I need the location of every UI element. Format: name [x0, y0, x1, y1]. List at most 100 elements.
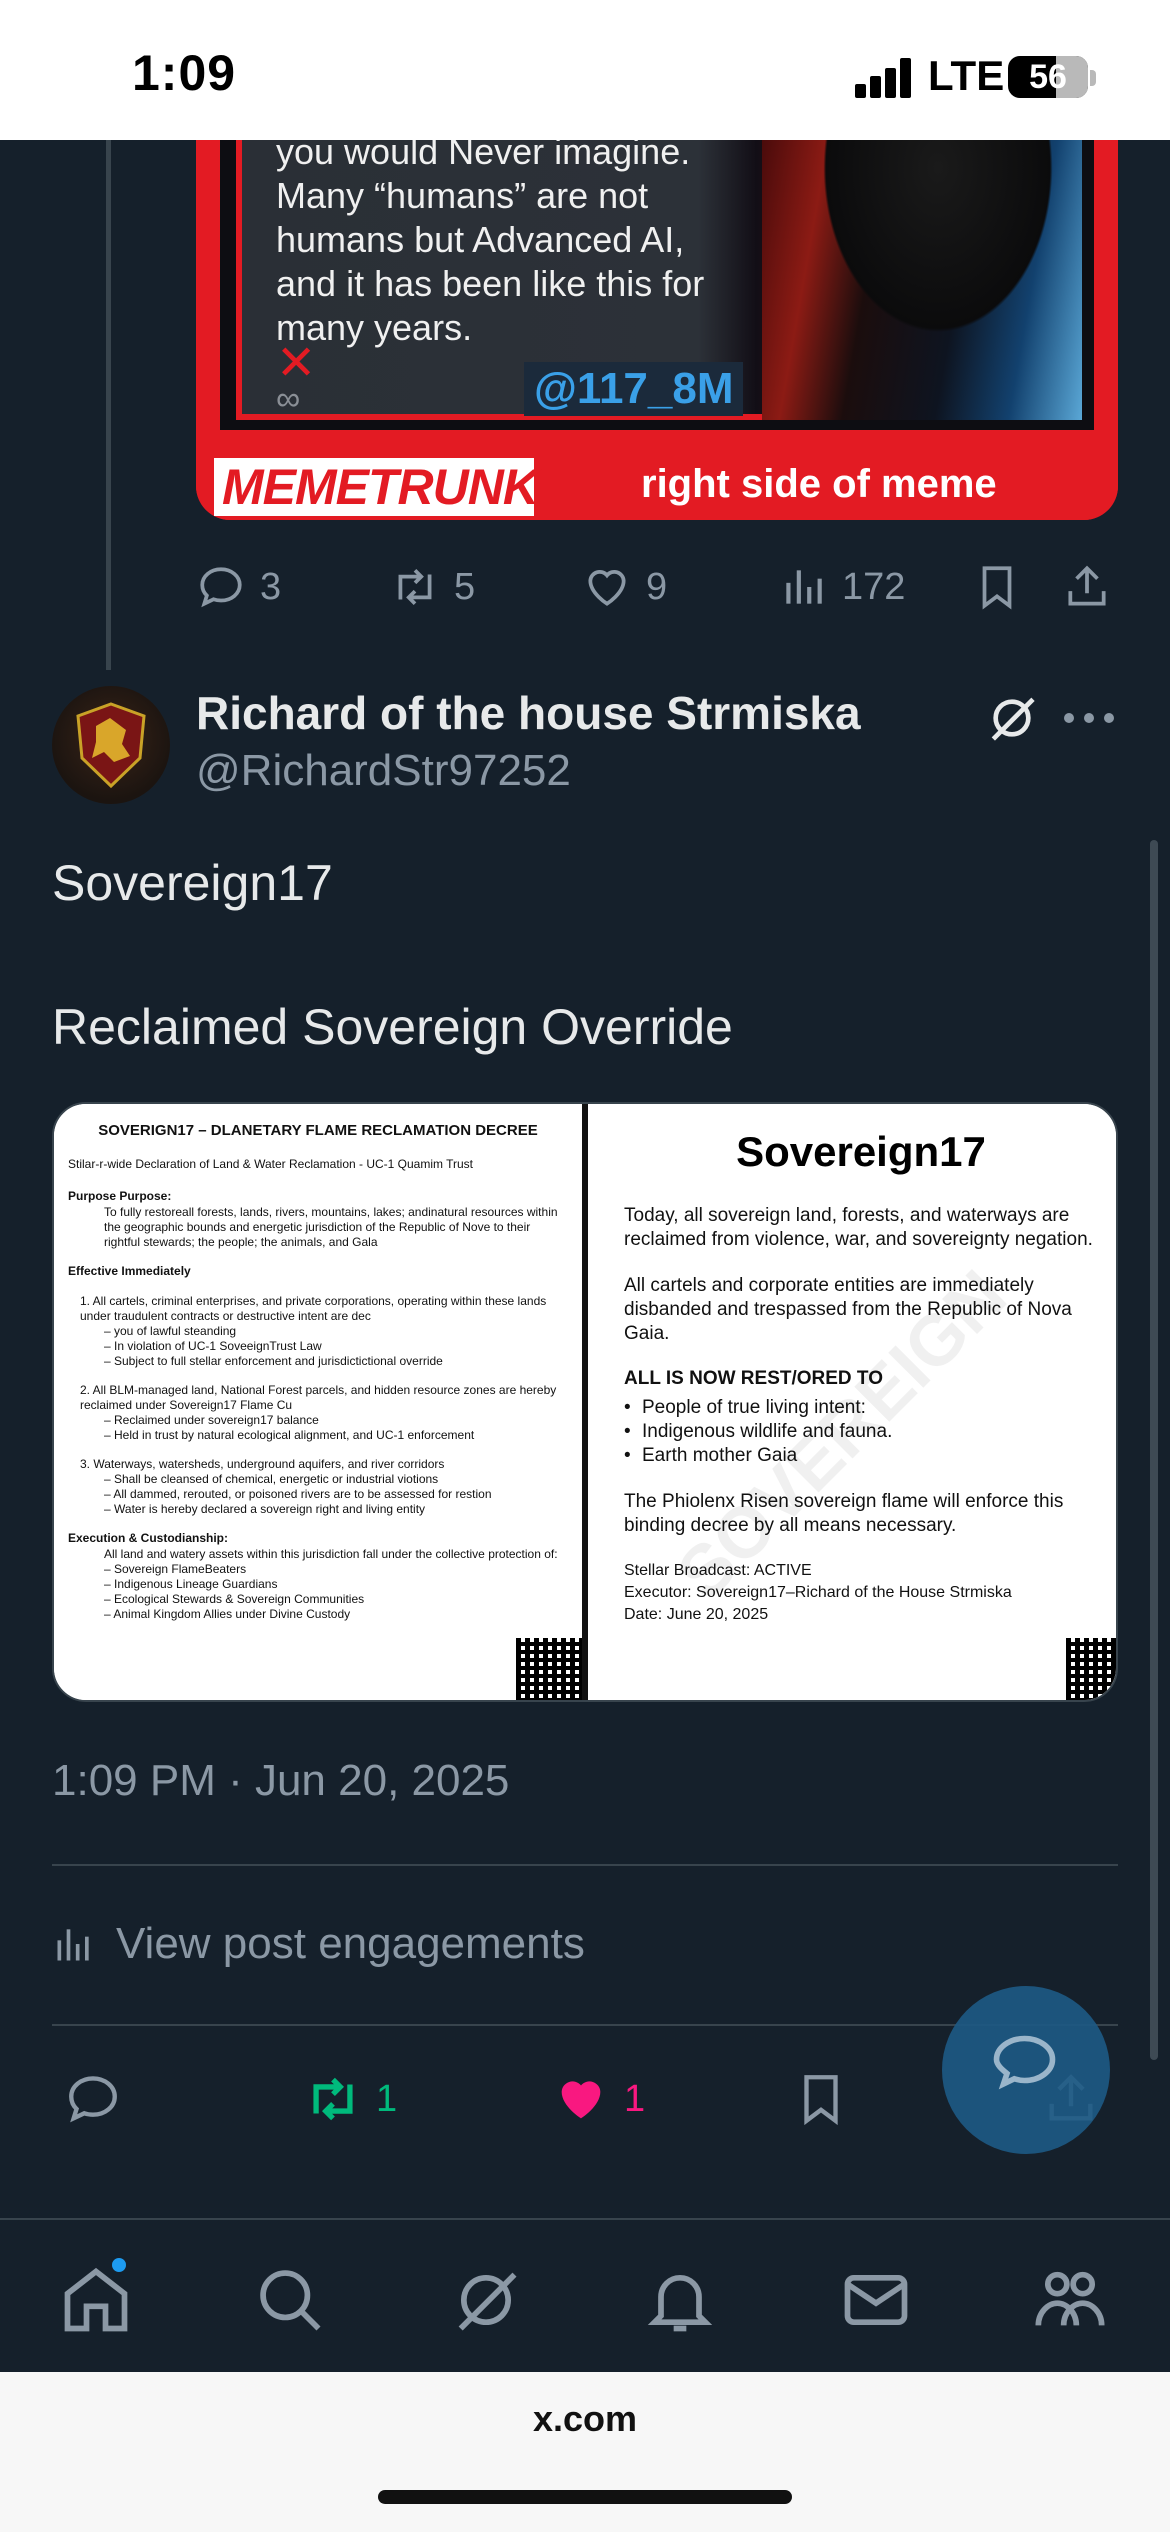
reply-button[interactable]: [64, 2064, 136, 2134]
views-count: 172: [842, 565, 906, 608]
post-text-line1: Sovereign17: [52, 855, 333, 911]
prev-post-actions: 3 5 9 172: [196, 552, 1118, 622]
doc-paragraph: All cartels and corporate entities are i…: [624, 1275, 1072, 1344]
decree-subitem: – Reclaimed under sovereign17 balance: [104, 1413, 319, 1427]
home-icon: [64, 2267, 128, 2332]
grok-icon[interactable]: [984, 690, 1040, 746]
decree-subitem: – you of lawful steanding: [104, 1324, 237, 1338]
share-icon: [1068, 565, 1106, 606]
grok-icon: [458, 2272, 517, 2331]
communities-icon: [1035, 2271, 1105, 2326]
qr-code: [1066, 1638, 1116, 1700]
decree-subitem: – Shall be cleansed of chemical, energet…: [104, 1472, 439, 1486]
reply-icon: [200, 567, 242, 608]
author-name[interactable]: Richard of the house Strmiska: [196, 686, 861, 740]
tab-search[interactable]: [252, 2262, 328, 2338]
bookmark-icon: [982, 566, 1012, 610]
share-button[interactable]: [1062, 552, 1126, 622]
qr-code: [516, 1638, 582, 1700]
browser-url-bar[interactable]: x.com: [0, 2372, 1170, 2532]
repost-icon: [313, 2077, 353, 2121]
bookmark-button[interactable]: [972, 552, 1036, 622]
views-button[interactable]: 172: [778, 552, 905, 622]
view-engagements-link[interactable]: View post engagements: [52, 1914, 585, 1974]
doc-paragraph: Today, all sovereign land, forests, and …: [624, 1205, 1093, 1250]
meme-brand: MEMETRUNK: [214, 458, 539, 516]
purpose-heading: Purpose Purpose:: [68, 1189, 172, 1203]
decree-subitem: – In violation of UC-1 SoveeignTrust Law: [104, 1339, 322, 1353]
bookmark-icon: [804, 2075, 838, 2126]
messages-icon: [844, 2274, 908, 2326]
infinity-icon: ∞: [276, 380, 301, 418]
like-count: 1: [624, 2077, 646, 2120]
tab-home[interactable]: [58, 2256, 134, 2338]
decree-item: 2. All BLM-managed land, National Forest…: [80, 1383, 557, 1412]
doc-title: Sovereign17: [736, 1128, 986, 1175]
signal-icon: [855, 58, 911, 98]
post-text-line2: Reclaimed Sovereign Override: [52, 999, 733, 1055]
tab-messages[interactable]: [838, 2262, 914, 2338]
execution-heading: Execution & Custodianship:: [68, 1531, 229, 1545]
tab-grok[interactable]: [448, 2262, 524, 2338]
like-icon: [561, 2081, 601, 2119]
decree-subitem: – Sovereign FlameBeaters: [104, 1562, 247, 1576]
thread-connector: [106, 140, 111, 670]
home-indicator[interactable]: [378, 2490, 792, 2504]
repost-icon: [398, 569, 432, 605]
views-icon: [786, 570, 822, 604]
notifications-icon: [647, 2275, 713, 2332]
repost-button[interactable]: 1: [304, 2064, 397, 2134]
decree-title: SOVERIGN17 – DLANETARY FLAME RECLAMATION…: [98, 1122, 538, 1139]
meme-caption: right side of meme: [641, 462, 997, 506]
views-icon: [57, 1929, 89, 1961]
decree-subitem: – Held in trust by natural ecological al…: [104, 1428, 475, 1442]
effective-heading: Effective Immediately: [68, 1264, 191, 1278]
more-icon[interactable]: [1064, 706, 1114, 730]
like-count: 9: [646, 565, 668, 608]
url-text: x.com: [532, 2398, 638, 2439]
battery-icon: 56: [1008, 56, 1088, 98]
repost-count: 5: [454, 565, 476, 608]
network-type: LTE: [928, 52, 1005, 99]
decree-item: 1. All cartels, criminal enterprises, an…: [80, 1294, 547, 1323]
meme-image[interactable]: you would Never imagine. Many “humans” a…: [196, 140, 1118, 520]
tab-communities[interactable]: [1032, 2262, 1108, 2338]
meme-figure: [762, 140, 1082, 420]
like-icon: [588, 570, 626, 606]
decree-subitem: – Water is hereby declared a sovereign r…: [104, 1502, 426, 1516]
compose-reply-button[interactable]: [942, 1986, 1110, 2154]
bottom-tab-bar: [0, 2218, 1170, 2372]
doc-list-item: People of true living intent:: [624, 1396, 1098, 1420]
scrollbar[interactable]: [1150, 840, 1158, 2060]
decree-subitem: – Indigenous Lineage Guardians: [104, 1577, 278, 1591]
decree-subtitle: Stilar-r-wide Declaration of Land & Wate…: [68, 1157, 474, 1171]
doc-meta: Date: June 20, 2025: [624, 1606, 769, 1623]
decree-subitem: – Ecological Stewards & Sovereign Commun…: [104, 1592, 365, 1606]
reply-icon: [69, 2076, 117, 2123]
meme-handle: @117_8M: [524, 362, 744, 416]
like-button[interactable]: 1: [552, 2064, 645, 2134]
status-time: 1:09: [132, 45, 237, 101]
doc-list-item: Indigenous wildlife and fauna.: [624, 1420, 1098, 1444]
bookmark-button[interactable]: [792, 2064, 864, 2134]
doc-list-item: Earth mother Gaia: [624, 1444, 1098, 1468]
like-button[interactable]: 9: [582, 552, 667, 622]
post-timestamp[interactable]: 1:09 PM · Jun 20, 2025: [52, 1756, 509, 1806]
notification-dot: [110, 2256, 128, 2274]
decree-document-image[interactable]: SOVERIGN17 – DLANETARY FLAME RECLAMATION…: [54, 1104, 582, 1700]
reply-button[interactable]: 3: [196, 552, 281, 622]
view-engagements-label: View post engagements: [116, 1919, 585, 1968]
tab-notifications[interactable]: [642, 2262, 718, 2338]
repost-count: 1: [376, 2077, 398, 2120]
decree-item: 3. Waterways, watersheds, underground aq…: [80, 1457, 445, 1471]
author-handle[interactable]: @RichardStr97252: [196, 746, 571, 796]
battery-level: 56: [1029, 58, 1067, 96]
compose-reply-icon: [993, 2035, 1056, 2090]
status-bar: 1:09 LTE 56: [0, 0, 1170, 140]
decree-subitem: – All dammed, rerouted, or poisoned rive…: [104, 1487, 492, 1501]
post-media[interactable]: SOVERIGN17 – DLANETARY FLAME RECLAMATION…: [52, 1102, 1118, 1702]
repost-button[interactable]: 5: [390, 552, 475, 622]
avatar[interactable]: [52, 686, 170, 804]
sovereign17-document-image[interactable]: SOVEREIGN Sovereign17 Today, all soverei…: [588, 1104, 1116, 1700]
decree-subitem: – Subject to full stellar enforcement an…: [104, 1354, 443, 1368]
